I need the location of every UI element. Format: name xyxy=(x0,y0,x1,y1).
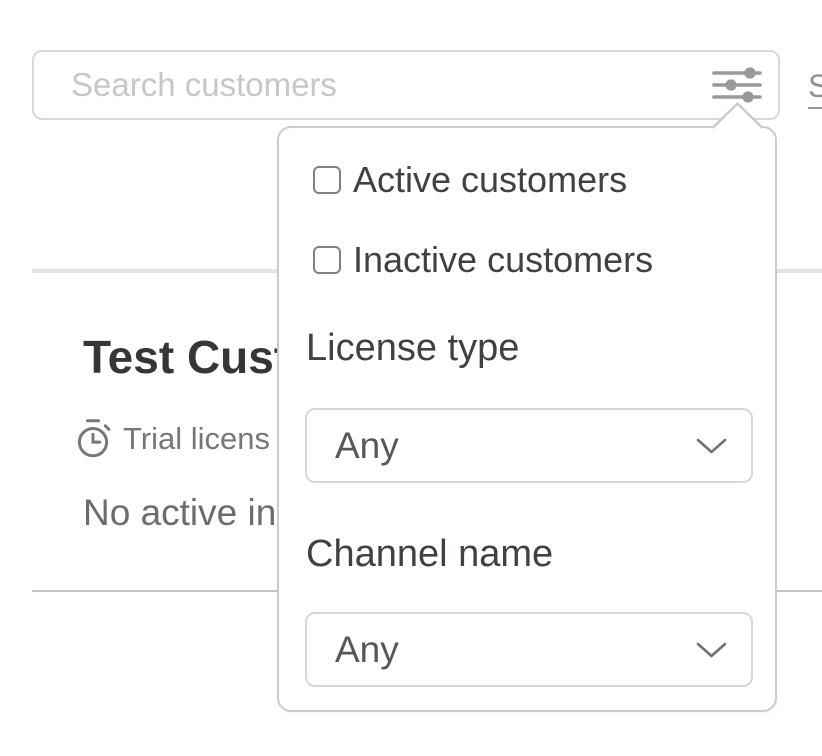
sliders-icon xyxy=(712,65,762,105)
timer-icon xyxy=(74,417,112,461)
popover-caret xyxy=(711,101,764,134)
select-value: Any xyxy=(335,425,399,467)
search-box xyxy=(32,50,780,120)
checkbox-icon[interactable] xyxy=(313,246,341,274)
checkbox-inactive-customers[interactable]: Inactive customers xyxy=(313,239,653,281)
customer-status-text: No active in xyxy=(83,492,276,534)
search-input[interactable] xyxy=(34,52,778,118)
select-value: Any xyxy=(335,629,399,671)
customer-title: Test Cust xyxy=(83,330,289,384)
chevron-down-icon xyxy=(696,437,727,455)
filter-popover: Active customers Inactive customers Lice… xyxy=(277,126,777,712)
channel-name-select[interactable]: Any xyxy=(305,612,753,687)
license-type-select[interactable]: Any xyxy=(305,408,753,483)
channel-name-label: Channel name xyxy=(306,533,553,576)
checkbox-icon[interactable] xyxy=(313,166,341,194)
license-badge-text: Trial licens xyxy=(123,421,270,457)
checkbox-label: Inactive customers xyxy=(353,239,653,281)
checkbox-active-customers[interactable]: Active customers xyxy=(313,159,627,201)
partial-right-link[interactable]: S xyxy=(808,69,822,109)
customers-page: Test Cust Trial licens No active in xyxy=(0,0,822,756)
license-type-label: License type xyxy=(306,327,519,370)
license-badge: Trial licens xyxy=(74,417,270,461)
chevron-down-icon xyxy=(696,641,727,659)
checkbox-label: Active customers xyxy=(353,159,627,201)
